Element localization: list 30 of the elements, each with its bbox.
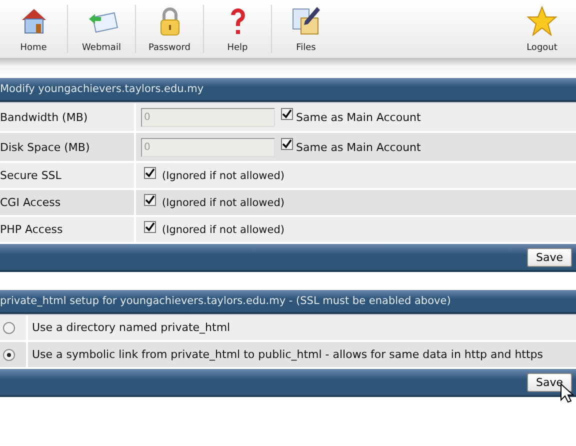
toolbar-button[interactable]: Password (136, 5, 204, 53)
section-title: Modify youngachievers.taylors.edu.my (0, 83, 204, 95)
save-button[interactable]: Save (526, 248, 572, 266)
field-label: Bandwidth (MB) (0, 110, 88, 124)
option-label: Use a directory named private_html (32, 321, 230, 334)
field-label: PHP Access (0, 223, 63, 236)
documents-pen-icon (290, 5, 322, 37)
field-label: Disk Space (MB) (0, 140, 90, 154)
radio-button[interactable] (3, 348, 15, 360)
section-title: private_html setup for youngachievers.taylors.edu.my - (SSL must be enabled above) (0, 295, 451, 307)
option-label: Use a symbolic link from private_html to public_html - allows for same data in http and https (32, 348, 544, 361)
checkbox-label: Same as Main Account (296, 110, 421, 124)
checkbox-label: (Ignored if not allowed) (162, 170, 284, 182)
toolbar-button[interactable]: Files (272, 0, 340, 58)
checkbox-label: (Ignored if not allowed) (162, 224, 284, 236)
toolbar-button[interactable]: Webmail (68, 5, 136, 53)
checkbox[interactable] (144, 194, 156, 206)
checkbox-label: Same as Main Account (296, 140, 421, 154)
toolbar-button[interactable]: Logout (508, 0, 576, 58)
radio-button[interactable] (3, 322, 15, 334)
toolbar-button[interactable]: Help (204, 5, 272, 53)
toolbar-button[interactable]: Home (0, 5, 68, 53)
checkbox[interactable] (281, 138, 293, 150)
checkbox-label: (Ignored if not allowed) (162, 196, 284, 208)
checkbox[interactable] (281, 108, 293, 120)
field-label: Secure SSL (0, 169, 62, 182)
checkbox[interactable] (144, 166, 156, 178)
star-icon (526, 5, 558, 37)
field-label: CGI Access (0, 196, 61, 209)
checkbox[interactable] (144, 220, 156, 232)
